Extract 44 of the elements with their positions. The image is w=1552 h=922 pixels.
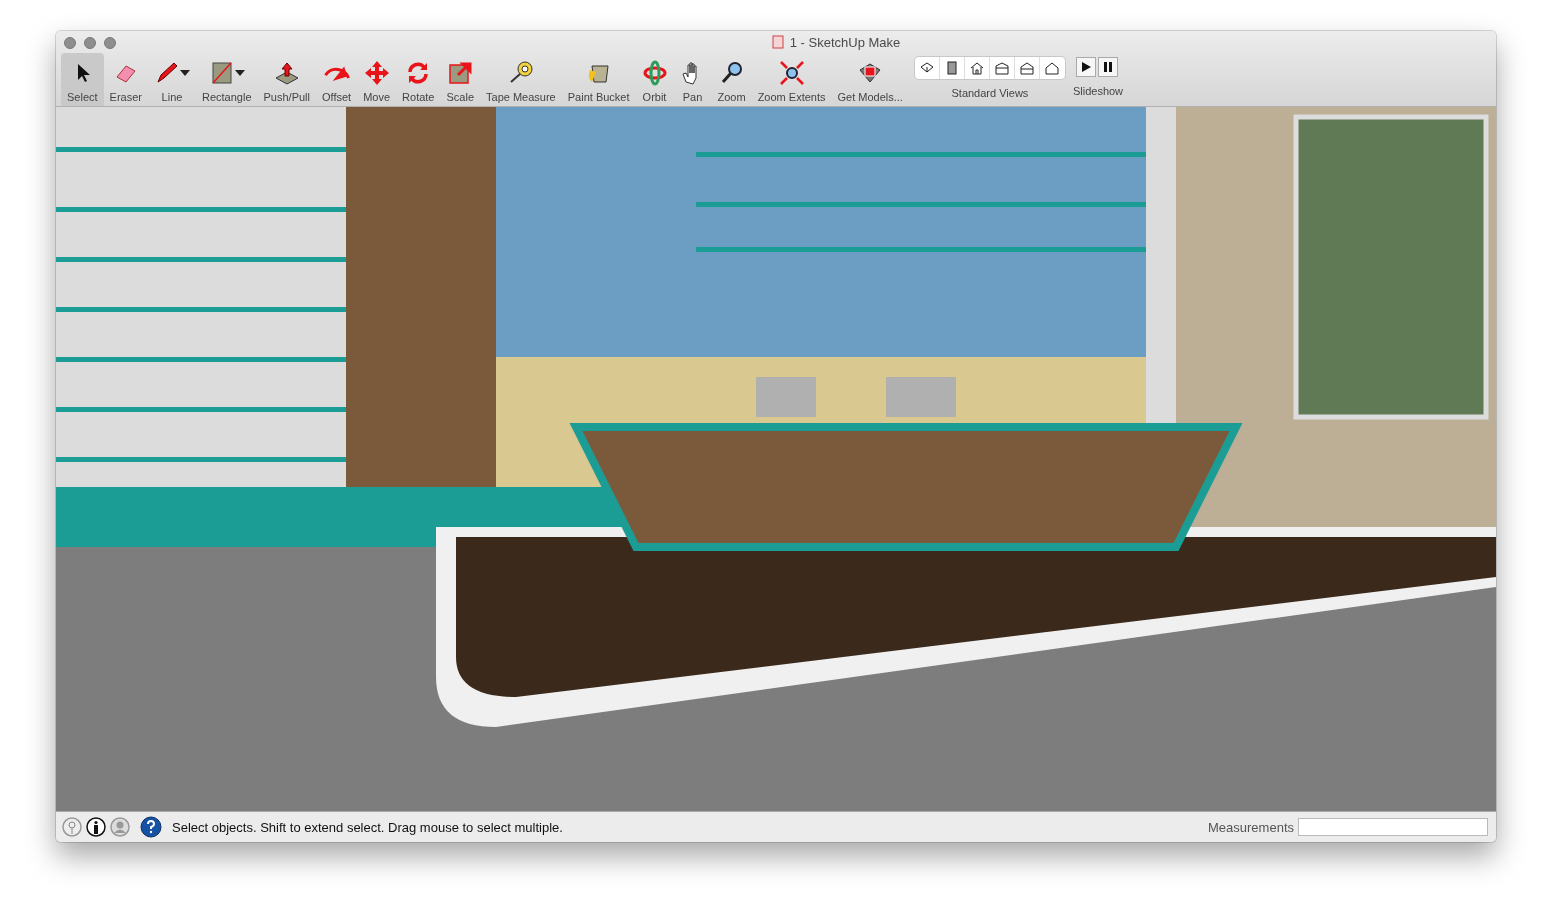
minimize-button[interactable] — [84, 37, 96, 49]
group-label: Slideshow — [1072, 85, 1124, 97]
house-back-icon — [1019, 61, 1034, 75]
document-icon — [771, 35, 784, 49]
help-icon[interactable] — [140, 816, 162, 839]
tool-button[interactable]: Line — [148, 53, 196, 106]
tool-button[interactable]: Push/Pull — [257, 53, 316, 106]
orbit-icon — [641, 60, 668, 86]
tool-button[interactable]: Select — [61, 53, 104, 106]
tool-button[interactable]: Move — [357, 53, 397, 106]
play-icon — [1081, 62, 1091, 72]
iso-view-icon — [919, 61, 934, 75]
house-icon — [969, 61, 984, 75]
pause-icon — [1103, 62, 1113, 72]
tool-button[interactable]: Scale — [440, 53, 481, 106]
info-icon[interactable] — [86, 817, 106, 838]
tool-button[interactable]: Eraser — [103, 53, 148, 106]
status-message: Select objects. Shift to extend select. Drag mouse to select multiple. — [172, 819, 564, 835]
scale-icon — [447, 60, 474, 86]
top-view-icon — [944, 61, 959, 75]
window-title: 1 - SketchUp Make — [789, 34, 901, 50]
measurements-label: Measurements — [1208, 819, 1294, 835]
close-button[interactable] — [64, 37, 76, 49]
tool-button[interactable]: Orbit — [635, 53, 674, 106]
pencil-icon — [154, 60, 180, 86]
tool-button[interactable]: Paint Bucket — [561, 53, 636, 106]
group-label: Standard Views — [951, 87, 1029, 99]
tool-button[interactable]: Get Models... — [831, 53, 909, 106]
tool-button[interactable]: Rotate — [396, 53, 441, 106]
house-side-icon — [994, 61, 1009, 75]
play-button[interactable] — [1076, 57, 1096, 77]
zoom-button[interactable] — [104, 37, 116, 49]
measurements-field[interactable] — [1298, 818, 1488, 837]
pause-button[interactable] — [1098, 57, 1118, 77]
tool-button[interactable]: Rectangle — [196, 53, 258, 106]
zoom-extents-icon — [778, 60, 805, 86]
tool-button[interactable]: Tape Measure — [480, 53, 562, 106]
move-arrows-icon — [363, 60, 390, 86]
tool-button[interactable]: Pan — [673, 53, 712, 106]
tool-button[interactable]: Zoom — [711, 53, 752, 106]
tool-button[interactable]: Zoom Extents — [751, 53, 832, 106]
push-pull-icon — [273, 60, 300, 86]
tool-button[interactable]: Offset — [316, 53, 358, 106]
house-outline-icon — [1045, 61, 1060, 75]
